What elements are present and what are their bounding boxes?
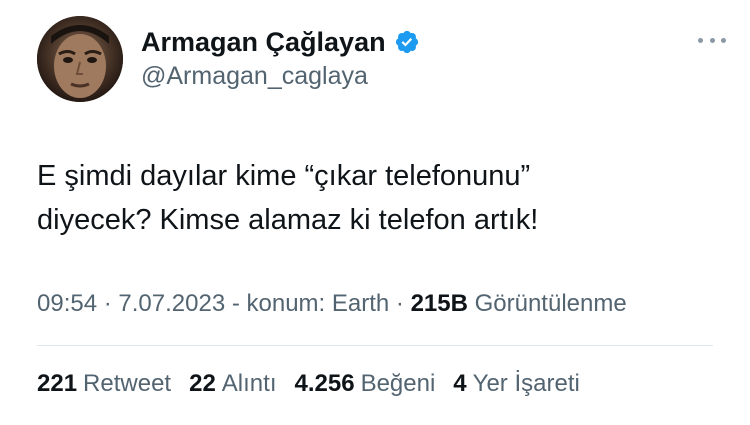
more-options-icon[interactable] <box>692 28 732 52</box>
likes-count: 4.256 <box>294 370 355 397</box>
tweet-location: konum: Earth <box>246 290 390 317</box>
divider <box>37 345 713 346</box>
views-label: Görüntülenme <box>467 290 627 317</box>
display-name-row[interactable]: Armagan Çağlayan <box>141 25 420 59</box>
tweet-text-line: diyecek? Kimse alamaz ki telefon artık! <box>37 204 539 236</box>
likes-label: Beğeni <box>360 370 436 397</box>
retweets-count: 221 <box>37 370 78 397</box>
engagement-stats: 221 Retweet 22 Alıntı 4.256 Beğeni 4 Yer… <box>37 370 580 398</box>
quotes-count: 22 <box>189 370 216 397</box>
tweet-text-line: E şimdi dayılar kime “çıkar telefonunu” <box>37 160 531 192</box>
bookmarks-count: 4 <box>453 370 467 397</box>
tweet-time[interactable]: 09:54 <box>37 290 97 317</box>
dot-icon <box>721 37 726 43</box>
dot-icon <box>709 37 715 43</box>
views-count[interactable]: 215B <box>411 290 468 317</box>
username[interactable]: @Armagan_caglaya <box>141 62 368 91</box>
bookmarks-label: Yer İşareti <box>472 370 580 397</box>
retweets-stat[interactable]: 221 Retweet <box>37 370 171 398</box>
meta-separator: - <box>225 290 247 317</box>
bookmarks-stat[interactable]: 4 Yer İşareti <box>453 370 580 398</box>
retweets-label: Retweet <box>83 370 172 397</box>
likes-stat[interactable]: 4.256 Beğeni <box>295 370 436 398</box>
tweet-card: Armagan Çağlayan @Armagan_caglaya E şimd… <box>0 0 750 425</box>
display-name[interactable]: Armagan Çağlayan <box>141 27 386 58</box>
tweet-date[interactable]: 7.07.2023 <box>118 290 225 317</box>
tweet-text: E şimdi dayılar kime “çıkar telefonunu” … <box>37 154 717 242</box>
quotes-label: Alıntı <box>221 370 277 397</box>
meta-separator: · <box>389 290 411 317</box>
quotes-stat[interactable]: 22 Alıntı <box>189 370 276 398</box>
meta-separator: · <box>97 290 119 317</box>
verified-badge-icon <box>394 29 420 55</box>
avatar[interactable] <box>37 16 123 102</box>
dot-icon <box>698 37 703 43</box>
profile-photo <box>37 16 123 102</box>
tweet-meta: 09:54 · 7.07.2023 - konum: Earth · 215B … <box>37 290 627 318</box>
